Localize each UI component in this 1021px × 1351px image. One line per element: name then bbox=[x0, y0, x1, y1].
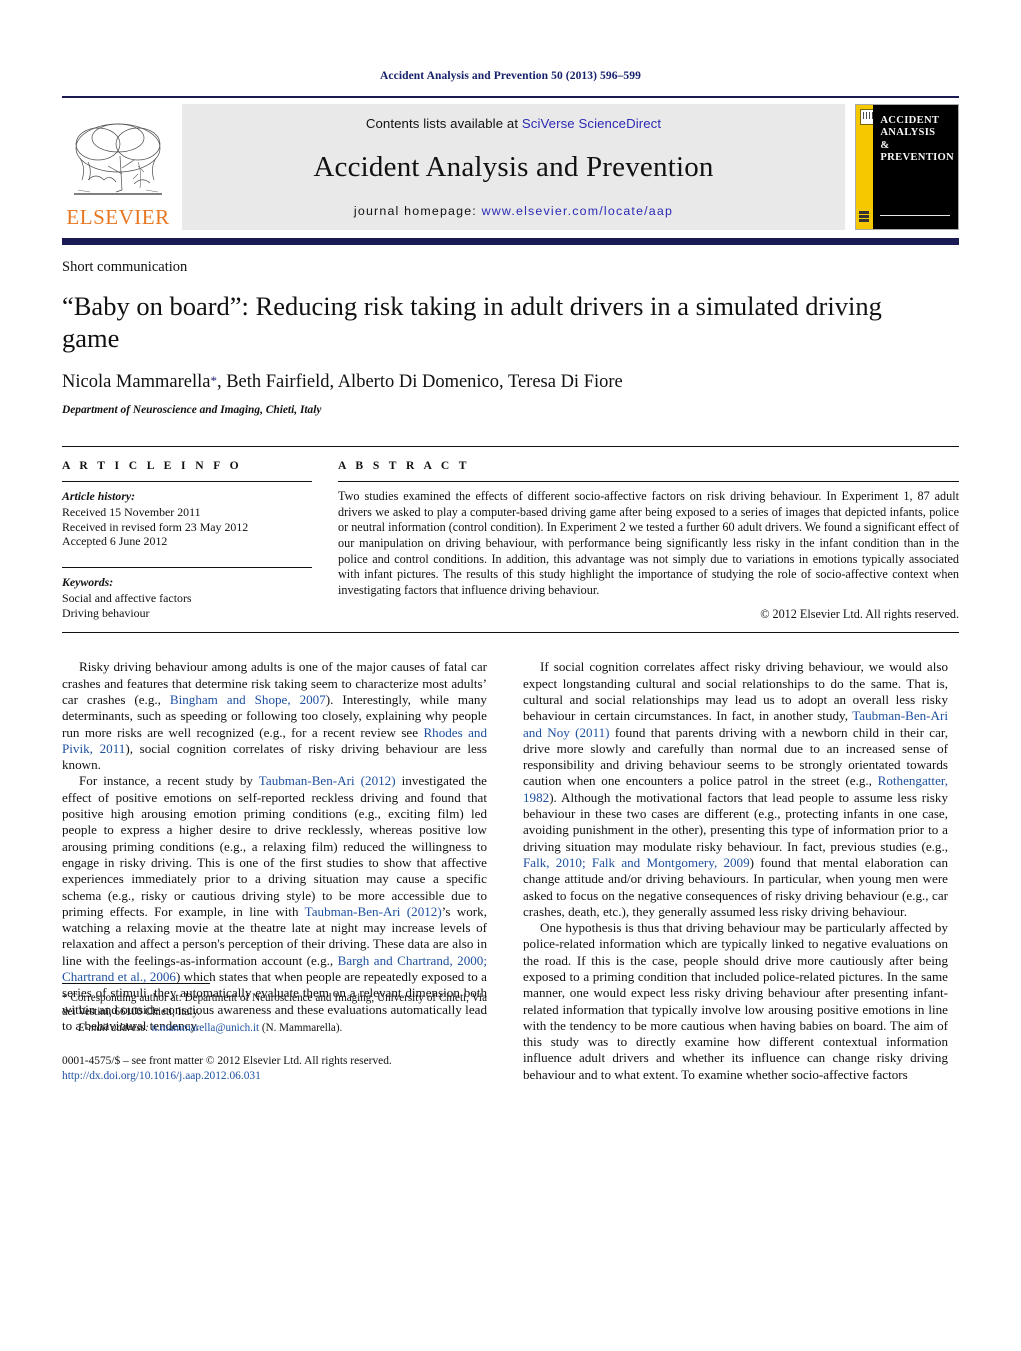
body-column-right: If social cognition correlates affect ri… bbox=[523, 659, 948, 1083]
journal-homepage-line: journal homepage: www.elsevier.com/locat… bbox=[354, 204, 673, 218]
email-suffix: (N. Mammarella). bbox=[259, 1022, 343, 1035]
paragraph-text: One hypothesis is thus that driving beha… bbox=[523, 920, 948, 1082]
running-head: Accident Analysis and Prevention 50 (201… bbox=[380, 70, 641, 82]
cover-title-text: ACCIDENT ANALYSIS & PREVENTION bbox=[880, 115, 954, 165]
paper-page: Accident Analysis and Prevention 50 (201… bbox=[0, 0, 1021, 1351]
paragraph-text: investigated the effect of positive emot… bbox=[62, 773, 487, 919]
elsevier-wordmark: ELSEVIER bbox=[66, 205, 170, 229]
issn-line: 0001-4575/$ – see front matter © 2012 El… bbox=[62, 1055, 392, 1068]
corresponding-author-note: * Corresponding author at: Department of… bbox=[62, 991, 487, 1019]
body-paragraph: One hypothesis is thus that driving beha… bbox=[523, 920, 948, 1083]
footnote-block: * Corresponding author at: Department of… bbox=[62, 982, 487, 1083]
cover-yellow-strip bbox=[856, 105, 877, 229]
masthead-bottom-bar bbox=[62, 238, 959, 245]
email-label: E-mail address: bbox=[78, 1022, 149, 1035]
article-info-divider bbox=[62, 481, 312, 483]
keywords-divider bbox=[62, 566, 312, 569]
history-revised: Received in revised form 23 May 2012 bbox=[62, 519, 249, 534]
paragraph-text: ). Although the motivational factors tha… bbox=[523, 789, 948, 854]
elsevier-tree-icon bbox=[74, 123, 162, 195]
homepage-url-link[interactable]: www.elsevier.com/locate/aap bbox=[482, 204, 674, 218]
cover-divider bbox=[880, 215, 950, 216]
abstract-divider bbox=[338, 481, 959, 483]
cover-line-3: & bbox=[880, 139, 890, 151]
cover-bottom-marks bbox=[859, 210, 870, 223]
email-note: E-mail address: n.mammarella@unich.it (N… bbox=[62, 1021, 487, 1035]
cover-line-4: PREVENTION bbox=[880, 152, 954, 164]
body-columns: Risky driving behaviour among adults is … bbox=[62, 659, 959, 1083]
body-paragraph: Risky driving behaviour among adults is … bbox=[62, 659, 487, 773]
cover-line-1: ACCIDENT bbox=[880, 115, 940, 126]
citation-link[interactable]: Taubman-Ben-Ari (2012) bbox=[305, 904, 442, 919]
article-history-label: Article history: bbox=[62, 489, 136, 504]
page-title: “Baby on board”: Reducing risk taking in… bbox=[62, 291, 882, 353]
homepage-prefix: journal homepage: bbox=[353, 204, 482, 218]
abstract-text: Two studies examined the effects of diff… bbox=[338, 489, 959, 597]
author-list: Nicola Mammarella*, Beth Fairfield, Albe… bbox=[62, 372, 959, 393]
paragraph-text: For instance, a recent study by bbox=[79, 773, 259, 789]
masthead-center: Contents lists available at SciVerse Sci… bbox=[182, 104, 845, 230]
article-info-column: A R T I C L E I N F O Article history: R… bbox=[62, 459, 330, 622]
history-accepted: Accepted 6 June 2012 bbox=[62, 534, 168, 549]
journal-title: Accident Analysis and Prevention bbox=[313, 151, 714, 183]
paragraph-text: ), social cognition correlates of risky … bbox=[62, 740, 487, 773]
body-column-left: Risky driving behaviour among adults is … bbox=[62, 659, 487, 1083]
cover-line-2: ANALYSIS bbox=[880, 127, 936, 139]
abstract-heading: A B S T R A C T bbox=[338, 459, 470, 472]
issn-block: 0001-4575/$ – see front matter © 2012 El… bbox=[62, 1054, 487, 1083]
keywords-label: Keywords: bbox=[62, 575, 114, 590]
cover-main-panel: ACCIDENT ANALYSIS & PREVENTION bbox=[873, 105, 958, 229]
elsevier-logo: ELSEVIER bbox=[62, 104, 174, 230]
article-type-label: Short communication bbox=[62, 259, 188, 275]
journal-masthead: ELSEVIER Contents lists available at Sci… bbox=[62, 96, 959, 230]
abstract-column: A B S T R A C T Two studies examined the… bbox=[330, 459, 959, 622]
citation-link[interactable]: Taubman-Ben-Ari (2012) bbox=[259, 773, 396, 788]
author-rest: , Beth Fairfield, Alberto Di Domenico, T… bbox=[216, 372, 623, 392]
sciencedirect-link[interactable]: SciVerse ScienceDirect bbox=[522, 116, 661, 131]
author-first: Nicola Mammarella bbox=[62, 372, 211, 392]
abstract-copyright: © 2012 Elsevier Ltd. All rights reserved… bbox=[760, 607, 959, 622]
contents-prefix: Contents lists available at bbox=[365, 116, 522, 131]
keyword-1: Social and affective factors bbox=[62, 591, 192, 606]
contents-list-line: Contents lists available at SciVerse Sci… bbox=[366, 116, 661, 131]
footnote-rule bbox=[62, 982, 210, 985]
doi-link[interactable]: http://dx.doi.org/10.1016/j.aap.2012.06.… bbox=[62, 1069, 487, 1083]
affiliation: Department of Neuroscience and Imaging, … bbox=[62, 404, 322, 416]
keyword-2: Driving behaviour bbox=[62, 605, 150, 620]
body-paragraph: If social cognition correlates affect ri… bbox=[523, 659, 948, 920]
journal-cover-thumbnail: ACCIDENT ANALYSIS & PREVENTION bbox=[855, 104, 959, 230]
info-abstract-box: A R T I C L E I N F O Article history: R… bbox=[62, 446, 959, 634]
right-paragraphs: If social cognition correlates affect ri… bbox=[523, 659, 948, 1083]
title-block: Short communication “Baby on board”: Red… bbox=[62, 245, 959, 416]
corresponding-author-text: Corresponding author at: Department of N… bbox=[62, 992, 487, 1019]
citation-link[interactable]: Falk, 2010; Falk and Montgomery, 2009 bbox=[523, 855, 750, 870]
citation-link[interactable]: Bingham and Shope, 2007 bbox=[170, 692, 326, 707]
history-received: Received 15 November 2011 bbox=[62, 505, 201, 520]
left-paragraphs: Risky driving behaviour among adults is … bbox=[62, 659, 487, 1034]
article-info-heading: A R T I C L E I N F O bbox=[62, 459, 243, 472]
email-link[interactable]: n.mammarella@unich.it bbox=[152, 1022, 260, 1034]
